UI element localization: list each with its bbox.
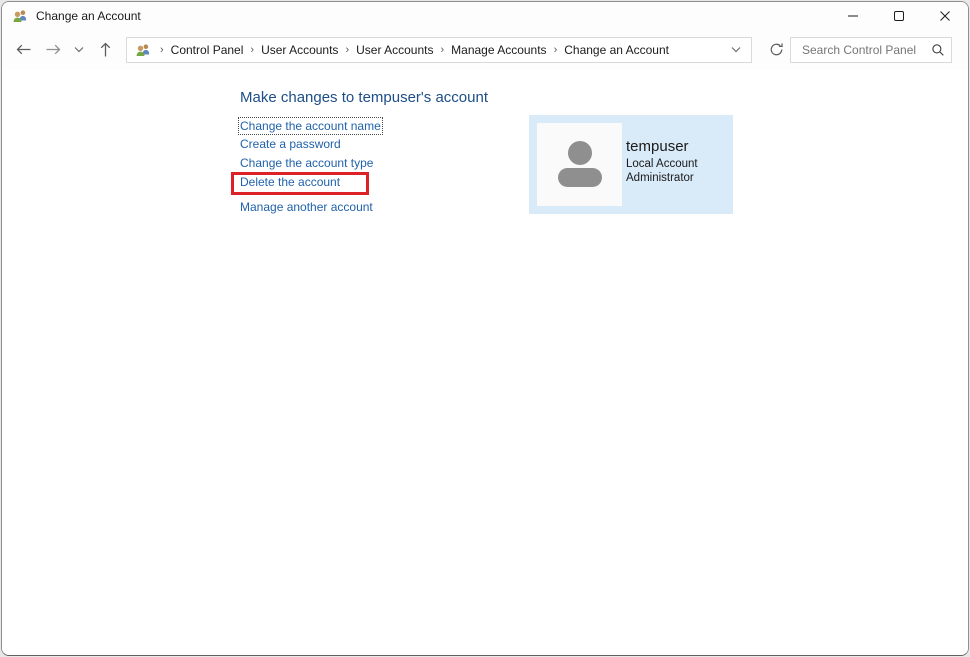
avatar <box>537 123 622 206</box>
minimize-button[interactable] <box>830 2 876 30</box>
up-icon <box>98 41 113 58</box>
close-icon <box>939 10 951 22</box>
recent-pages-button[interactable] <box>68 35 90 65</box>
breadcrumb-item-control-panel[interactable]: Control Panel <box>171 43 244 57</box>
link-change-account-name[interactable]: Change the account name <box>240 119 381 133</box>
account-info: tempuser Local Account Administrator <box>626 137 698 185</box>
account-name: tempuser <box>626 137 698 157</box>
breadcrumb-separator <box>153 44 171 56</box>
search-input[interactable] <box>800 42 931 58</box>
account-role: Administrator <box>626 171 698 185</box>
back-icon <box>15 42 32 57</box>
chevron-down-icon <box>74 46 84 53</box>
search-box <box>790 37 952 63</box>
breadcrumb-separator <box>338 44 356 56</box>
maximize-icon <box>893 10 905 22</box>
back-button[interactable] <box>8 35 38 65</box>
breadcrumb-separator <box>243 44 261 56</box>
page-title: Make changes to tempuser's account <box>240 89 488 106</box>
account-tile[interactable]: tempuser Local Account Administrator <box>529 115 733 214</box>
breadcrumb-item-manage-accounts[interactable]: Manage Accounts <box>451 43 546 57</box>
minimize-icon <box>847 10 859 22</box>
close-button[interactable] <box>922 2 968 30</box>
link-create-password[interactable]: Create a password <box>240 137 341 151</box>
window-title: Change an Account <box>36 9 141 23</box>
chevron-down-icon <box>731 46 741 53</box>
refresh-icon <box>769 42 784 57</box>
breadcrumb-separator <box>547 44 565 56</box>
breadcrumb-item-user-accounts[interactable]: User Accounts <box>261 43 338 57</box>
control-panel-window: Change an Account <box>1 1 969 656</box>
breadcrumb-item-user-accounts-2[interactable]: User Accounts <box>356 43 433 57</box>
maximize-button[interactable] <box>876 2 922 30</box>
main-content: Make changes to tempuser's account Chang… <box>2 69 968 656</box>
forward-icon <box>45 42 62 57</box>
link-change-account-type[interactable]: Change the account type <box>240 156 373 170</box>
breadcrumb-item-change-an-account[interactable]: Change an Account <box>564 43 669 57</box>
refresh-button[interactable] <box>762 36 790 64</box>
up-button[interactable] <box>90 35 120 65</box>
breadcrumb-separator <box>433 44 451 56</box>
person-icon <box>549 134 611 196</box>
link-delete-account[interactable]: Delete the account <box>240 175 340 189</box>
breadcrumb: Control Panel User Accounts User Account… <box>126 37 752 63</box>
link-manage-another-account[interactable]: Manage another account <box>240 200 373 214</box>
navigation-bar: Control Panel User Accounts User Account… <box>2 30 968 69</box>
address-dropdown-button[interactable] <box>725 38 747 62</box>
user-accounts-app-icon <box>12 8 28 24</box>
search-icon[interactable] <box>931 43 945 57</box>
user-accounts-location-icon <box>135 42 151 58</box>
titlebar: Change an Account <box>2 2 968 30</box>
forward-button[interactable] <box>38 35 68 65</box>
account-type: Local Account <box>626 157 698 171</box>
